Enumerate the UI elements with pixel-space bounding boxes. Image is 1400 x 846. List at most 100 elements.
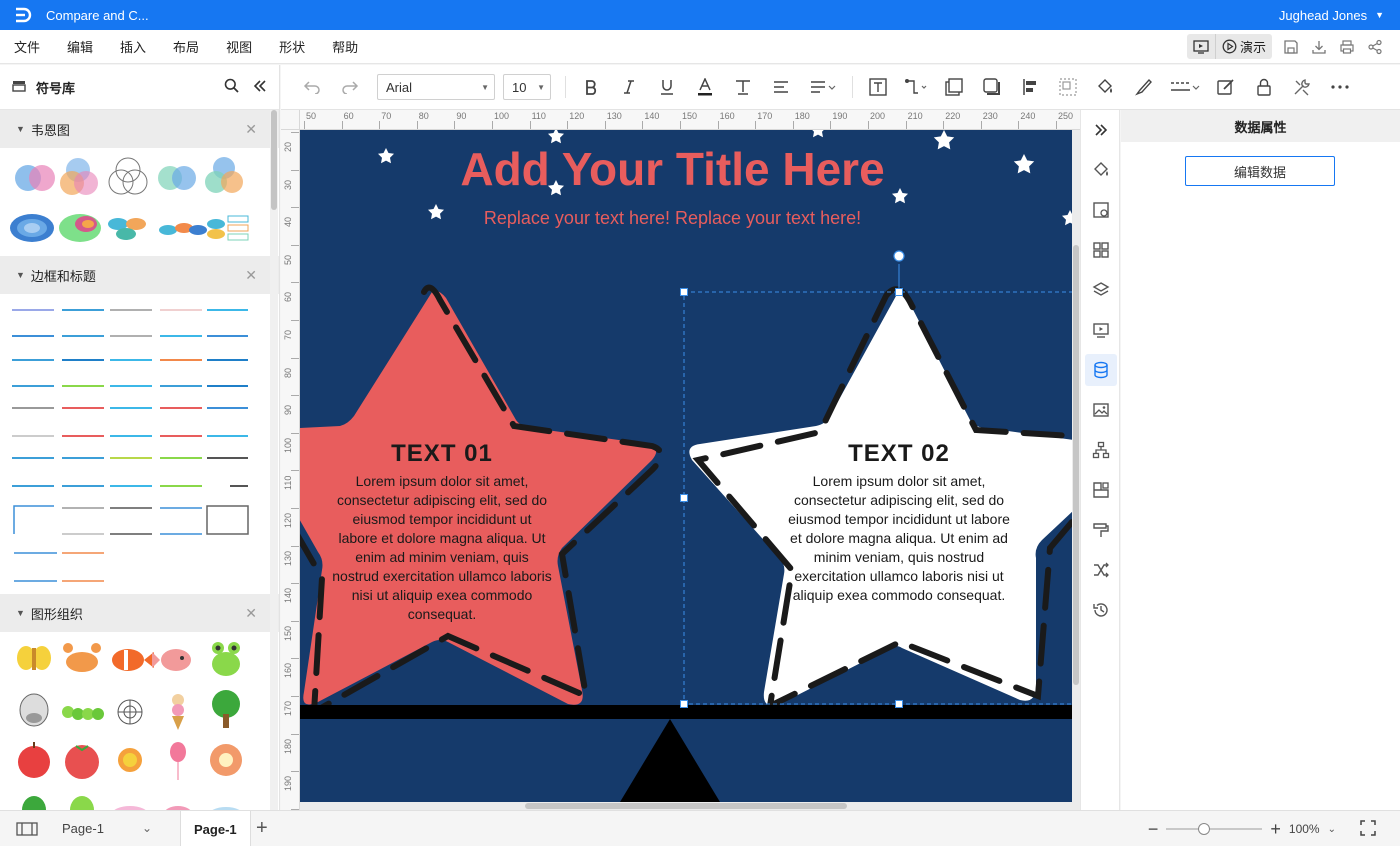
plant-icon[interactable] [70,796,94,810]
fill-color-icon[interactable] [1087,72,1125,102]
redo-icon[interactable] [331,72,369,102]
canvas-vertical-scrollbar[interactable] [1072,130,1080,810]
text-style-icon[interactable] [724,72,762,102]
menu-insert[interactable]: 插入 [106,37,159,56]
shadow-icon[interactable] [973,72,1011,102]
menu-edit[interactable]: 编辑 [53,37,106,56]
collapse-panel-icon[interactable] [253,79,267,96]
present-button[interactable]: 演示 [1216,34,1272,59]
section-borders-titles[interactable]: ▼ 边框和标题 ✕ [0,256,279,294]
undo-icon[interactable] [293,72,331,102]
clownfish-icon[interactable] [112,649,154,671]
align-objects-icon[interactable] [1011,72,1049,102]
balloon-icon[interactable] [170,742,186,780]
bring-front-icon[interactable] [935,72,973,102]
menu-help[interactable]: 帮助 [318,37,371,56]
app-logo-icon[interactable] [0,0,46,30]
chevron-down-icon[interactable]: ⌄ [142,821,152,835]
close-icon[interactable]: ✕ [245,267,257,284]
zoom-slider[interactable] [1166,823,1263,835]
spiderweb-icon[interactable] [117,699,143,725]
venn-shape[interactable] [15,165,55,191]
data-properties-icon[interactable] [1085,354,1117,386]
canvas-title[interactable]: Add Your Title Here [300,142,1045,196]
venn-shape[interactable] [108,157,148,195]
fullscreen-icon[interactable] [1360,819,1376,839]
section-graphic-organization[interactable]: ▼ 图形组织 ✕ [0,594,279,632]
venn-shape[interactable] [10,214,54,242]
grid-layout-icon[interactable] [1085,234,1117,266]
more-icon[interactable] [1321,72,1359,102]
underline-icon[interactable] [648,72,686,102]
group-icon[interactable] [1049,72,1087,102]
venn-shape[interactable] [60,158,98,195]
edit-shape-icon[interactable] [1207,72,1245,102]
chevron-down-icon[interactable]: ⌄ [1328,824,1336,835]
font-family-select[interactable]: Arial ▼ [377,74,495,100]
line-color-icon[interactable] [1125,72,1163,102]
page-select[interactable]: Page-1 [62,821,104,836]
apple-icon[interactable] [18,742,50,778]
font-size-select[interactable]: 10 ▼ [503,74,551,100]
butterfly-icon[interactable] [17,646,51,670]
line-style-icon[interactable] [1163,72,1207,102]
menu-shape[interactable]: 形状 [265,37,318,56]
star-left-text[interactable]: TEXT 01 Lorem ipsum dolor sit amet, cons… [332,440,552,624]
fish-icon[interactable] [152,649,191,671]
italic-icon[interactable] [610,72,648,102]
star-right-text[interactable]: TEXT 02 Lorem ipsum dolor sit amet, cons… [788,440,1010,605]
frog-icon[interactable] [212,642,240,676]
zoom-level[interactable]: 100% [1289,822,1320,836]
menu-file[interactable]: 文件 [0,37,53,56]
venn-shape[interactable] [159,223,207,235]
scrollbar-thumb[interactable] [1073,245,1079,685]
canvas-horizontal-scrollbar[interactable] [300,802,1072,810]
bold-icon[interactable] [572,72,610,102]
user-menu[interactable]: Jughead Jones ▼ [1279,0,1384,30]
presentation-icon[interactable] [1085,314,1117,346]
section-venn[interactable]: ▼ 韦恩图 ✕ [0,110,279,148]
left-panel-scrollbar[interactable] [270,110,278,810]
present-screen-button[interactable] [1187,34,1215,59]
edit-data-button[interactable]: 编辑数据 [1185,156,1335,186]
tomato-icon[interactable] [65,745,99,779]
share-icon[interactable] [1366,38,1384,56]
components-icon[interactable] [1085,474,1117,506]
scrollbar-thumb[interactable] [271,110,277,210]
crab-icon[interactable] [63,643,101,672]
icecream-icon[interactable] [172,694,184,730]
image-icon[interactable] [1085,394,1117,426]
close-icon[interactable]: ✕ [245,605,257,622]
save-icon[interactable] [1282,38,1300,56]
menu-layout[interactable]: 布局 [159,37,212,56]
shuffle-icon[interactable] [1085,554,1117,586]
venn-shape[interactable] [205,157,243,193]
canvas-area[interactable]: Add Your Title Here Replace your text he… [300,130,1080,810]
venn-shape[interactable] [207,215,249,241]
venn-shape[interactable] [158,166,196,190]
caterpillar-icon[interactable] [62,706,104,720]
canvas-subtitle[interactable]: Replace your text here! Replace your tex… [300,208,1045,229]
bush-icon[interactable] [22,796,46,810]
search-icon[interactable] [224,78,239,96]
zoom-in-icon[interactable]: + [1270,819,1281,840]
textbox-icon[interactable] [859,72,897,102]
venn-shape[interactable] [108,218,146,240]
page-panel-icon[interactable] [16,822,38,839]
page-settings-icon[interactable] [1085,194,1117,226]
venn-shape[interactable] [59,214,101,242]
font-color-icon[interactable] [686,72,724,102]
line-spacing-icon[interactable] [800,72,846,102]
page-tab[interactable]: Page-1 [180,811,251,846]
org-chart-icon[interactable] [1085,434,1117,466]
print-icon[interactable] [1338,38,1356,56]
flower-icon[interactable] [210,744,242,776]
zoom-slider-knob[interactable] [1198,823,1211,835]
fill-style-icon[interactable] [1085,154,1117,186]
tools-icon[interactable] [1283,72,1321,102]
format-painter-icon[interactable] [1085,514,1117,546]
connector-icon[interactable] [897,72,935,102]
zoom-out-icon[interactable]: − [1148,819,1159,840]
align-icon[interactable] [762,72,800,102]
sun-icon[interactable] [118,748,142,772]
